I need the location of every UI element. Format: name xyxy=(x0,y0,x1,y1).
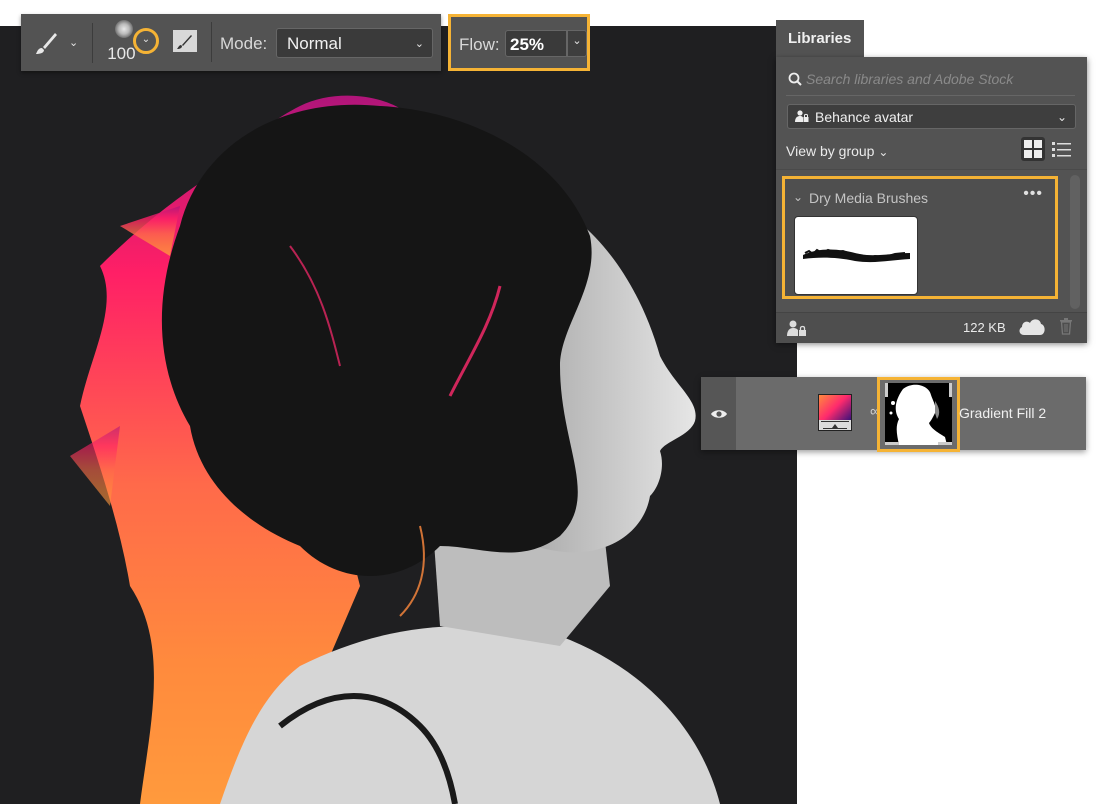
flow-label: Flow: xyxy=(459,35,500,54)
search-icon xyxy=(788,72,802,86)
chevron-down-icon: ⌄ xyxy=(878,145,889,159)
blend-mode-select[interactable]: Normal ⌄ xyxy=(276,28,433,58)
group-title: Dry Media Brushes xyxy=(809,190,929,206)
layer-row-gradient-fill-2[interactable]: ∞ Gradient Fill 2 xyxy=(701,377,1086,452)
gradient-swatch xyxy=(819,395,851,420)
brush-stroke-preview xyxy=(803,248,910,263)
brush-icon[interactable] xyxy=(33,30,59,56)
layer-visibility-toggle[interactable] xyxy=(701,377,736,450)
toolbar-divider xyxy=(211,22,212,62)
library-name: Behance avatar xyxy=(815,109,914,125)
library-size: 122 KB xyxy=(963,320,1006,335)
cloud-sync-icon[interactable] xyxy=(1018,317,1046,336)
collapse-chevron-icon[interactable]: ⌄ xyxy=(793,190,803,204)
blend-mode-value: Normal xyxy=(287,34,342,53)
shared-library-icon xyxy=(795,110,809,122)
eye-icon xyxy=(710,409,727,418)
grid-view-icon xyxy=(1024,140,1032,148)
search-input[interactable] xyxy=(806,71,1066,87)
brush-size-value: 100 xyxy=(107,44,136,63)
brush-settings-panel-icon xyxy=(173,30,197,52)
document-canvas[interactable] xyxy=(0,26,797,804)
toolbar-divider xyxy=(92,22,94,63)
libraries-panel: Behance avatar ⌄ View by group ⌄ ⌄ Dry M… xyxy=(776,57,1087,343)
chevron-down-icon: ⌄ xyxy=(572,35,582,47)
chevron-down-icon: ⌄ xyxy=(1056,110,1067,124)
divider xyxy=(776,169,1087,170)
mask-preview xyxy=(885,383,952,445)
brush-tip-preview-icon xyxy=(115,20,134,38)
brush-settings-panel-button[interactable] xyxy=(173,30,197,52)
scrollbar[interactable] xyxy=(1070,175,1080,309)
more-options-icon[interactable]: ••• xyxy=(1023,185,1043,203)
mode-label: Mode: xyxy=(220,34,268,53)
artwork-image xyxy=(70,95,720,804)
adjustment-layer-icon xyxy=(821,421,849,429)
layer-name[interactable]: Gradient Fill 2 xyxy=(959,405,1046,421)
tab-libraries[interactable]: Libraries xyxy=(776,20,864,58)
library-search xyxy=(786,69,1075,96)
library-permissions-icon[interactable] xyxy=(787,320,807,337)
chevron-down-icon: ⌄ xyxy=(414,38,424,50)
grid-view-button[interactable] xyxy=(1021,137,1045,161)
tool-preset-chevron-down-icon[interactable]: ⌄ xyxy=(69,36,78,49)
library-footer: 122 KB xyxy=(776,312,1087,343)
brush-size-dropdown-button[interactable]: ⌄ xyxy=(133,28,159,54)
brush-asset-thumbnail[interactable] xyxy=(794,216,918,295)
library-select[interactable]: Behance avatar ⌄ xyxy=(787,104,1076,129)
chevron-down-icon: ⌄ xyxy=(141,33,151,45)
trash-icon[interactable] xyxy=(1059,317,1073,335)
flow-input[interactable]: 25% xyxy=(505,30,567,57)
options-toolbar: ⌄ 100 ⌄ Mode: Normal ⌄ xyxy=(21,14,441,71)
flow-slider-button[interactable]: ⌄ xyxy=(567,30,587,57)
list-view-icon[interactable] xyxy=(1052,141,1072,159)
library-group-dry-media-brushes: ⌄ Dry Media Brushes ••• xyxy=(782,176,1058,299)
flow-control: Flow: 25% ⌄ xyxy=(448,14,590,71)
view-by-label: View by group xyxy=(786,143,875,159)
gradient-fill-thumbnail[interactable] xyxy=(818,394,852,431)
layer-mask-thumbnail[interactable] xyxy=(877,377,960,452)
view-by-group-dropdown[interactable]: View by group ⌄ xyxy=(786,143,888,159)
